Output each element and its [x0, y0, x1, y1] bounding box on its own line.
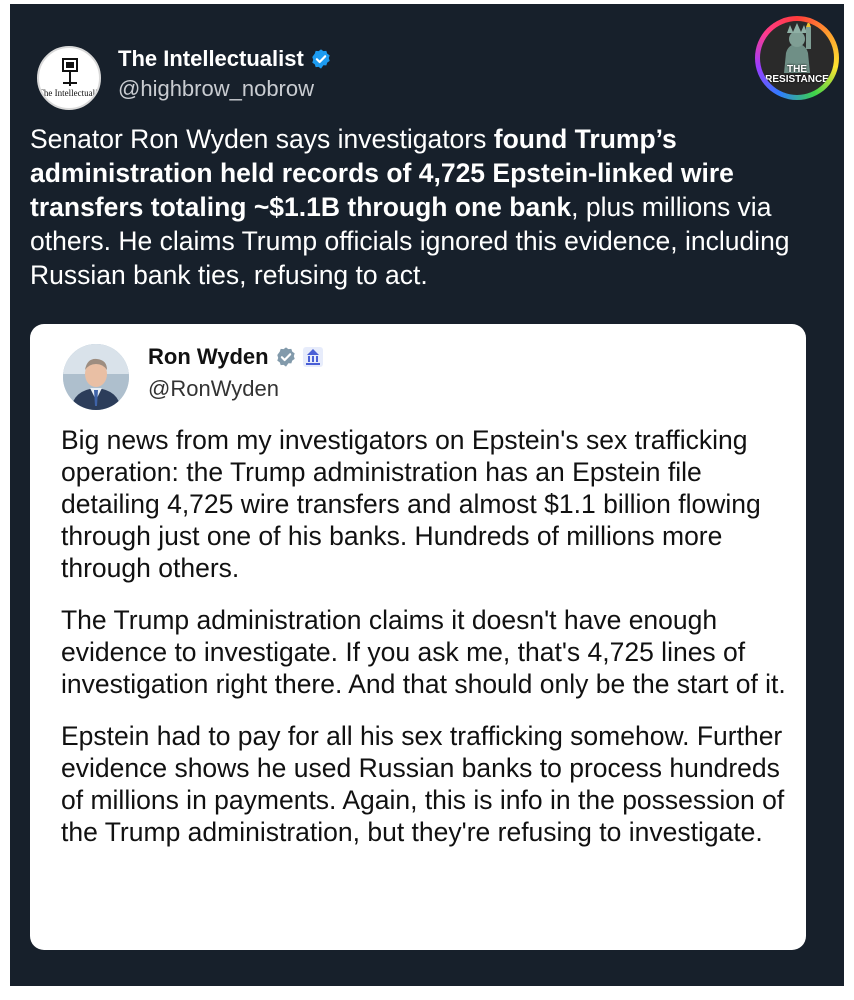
person-avatar-icon [63, 344, 129, 410]
government-building-icon [302, 347, 323, 367]
quoted-author-name-row[interactable]: Ron Wyden [148, 344, 323, 370]
quoted-paragraph: Big news from my investigators on Epstei… [61, 425, 761, 583]
verified-badge-icon [312, 49, 330, 69]
author-name[interactable]: The Intellectualist [118, 46, 304, 72]
quoted-tweet-text: Big news from my investigators on Epstei… [61, 424, 801, 868]
author-name-row[interactable]: The Intellectualist [118, 46, 332, 72]
tweet-text-part: Senator Ron Wyden says investigators [30, 124, 494, 154]
resistance-badge: THE RESISTANCE [755, 16, 839, 100]
resistance-badge-text: THE RESISTANCE [760, 65, 834, 85]
avatar-logo-text: The Intellectualist [38, 88, 101, 98]
intellectualist-logo-icon [54, 54, 86, 88]
post-frame: The Intellectualist The Intellectualist … [10, 4, 844, 986]
resistance-badge-line2: RESISTANCE [765, 74, 829, 85]
author-handle[interactable]: @highbrow_nobrow [118, 76, 314, 102]
quoted-paragraph: The Trump administration claims it doesn… [61, 605, 786, 699]
author-avatar[interactable]: The Intellectualist [37, 46, 101, 110]
tweet-text: Senator Ron Wyden says investigators fou… [30, 122, 842, 292]
quoted-author-handle[interactable]: @RonWyden [148, 376, 279, 402]
quoted-paragraph: Epstein had to pay for all his sex traff… [61, 721, 785, 847]
quoted-author-avatar[interactable] [63, 344, 129, 410]
gray-verified-badge-icon [276, 347, 295, 367]
quoted-author-name[interactable]: Ron Wyden [148, 344, 269, 370]
resistance-badge-inner: THE RESISTANCE [760, 21, 834, 95]
quoted-tweet-card[interactable]: Ron Wyden @RonWyden Big news from my inv… [30, 324, 806, 950]
